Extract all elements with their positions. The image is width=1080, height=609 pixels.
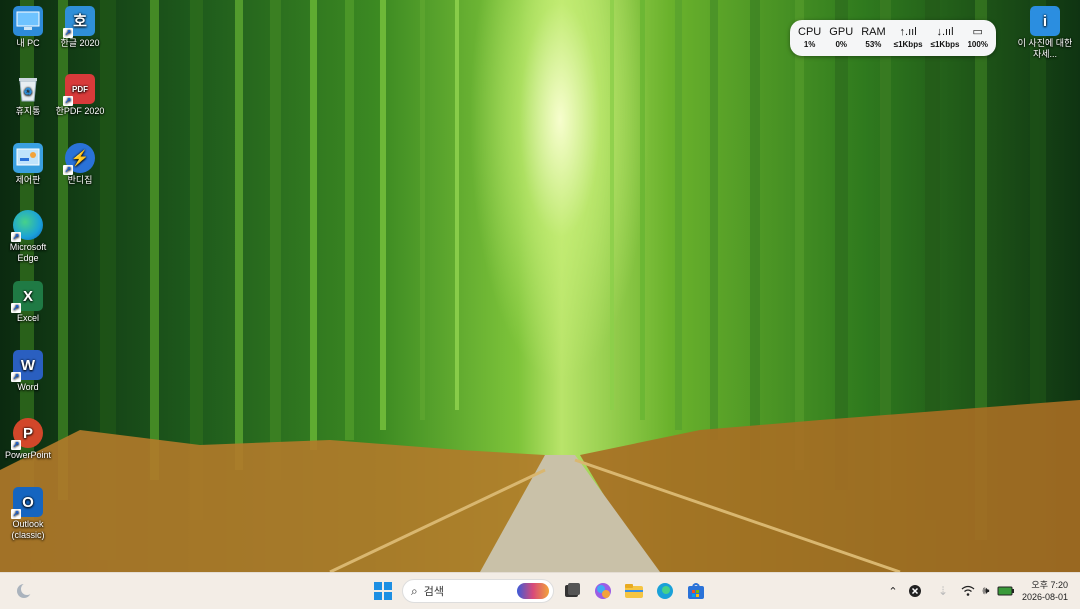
- monitor-gpu: GPU 0%: [829, 26, 854, 49]
- desktop-icon-label: 한글 2020: [60, 38, 100, 48]
- bandizip-icon: ⚡ ↗: [63, 143, 95, 175]
- monitor-upload: ↑.ııl ≤1Kbps: [893, 26, 923, 49]
- battery-icon: ▭: [972, 26, 983, 38]
- taskbar: ⌕ 검색 ⌃ ⇣ 🕪 오후 7:20 2026-08-01: [0, 572, 1080, 609]
- desktop-icon-label: Outlook (classic): [11, 519, 45, 540]
- desktop-icon-label: 이 사진에 대한 자세...: [1017, 38, 1073, 59]
- shortcut-arrow-icon: ↗: [11, 509, 21, 519]
- desktop-icon-control-panel[interactable]: 제어판: [0, 143, 56, 186]
- taskbar-search-box[interactable]: ⌕ 검색: [402, 579, 554, 603]
- monitor-cpu: CPU 1%: [798, 26, 822, 49]
- hanpdf-icon: PDF ↗: [63, 74, 95, 106]
- svg-text:♻: ♻: [24, 87, 33, 98]
- excel-icon: X ↗: [11, 281, 43, 313]
- desktop-icon-bandizip[interactable]: ⚡ ↗ 반디집: [52, 143, 108, 186]
- monitor-download: ↓.ııl ≤1Kbps: [930, 26, 960, 49]
- start-icon: [374, 582, 392, 600]
- store-icon: [688, 583, 704, 599]
- monitor-ram: RAM 53%: [861, 26, 886, 49]
- desktop-icon-label: PowerPoint: [4, 450, 52, 460]
- tray-pin-icon[interactable]: ⇣: [931, 579, 955, 603]
- desktop-icon-recycle-bin[interactable]: ♻ 휴지통: [0, 74, 56, 117]
- taskbar-app-copilot[interactable]: [591, 579, 615, 603]
- taskbar-app-edge[interactable]: [653, 579, 677, 603]
- desktop-icon-image-info[interactable]: i 이 사진에 대한 자세...: [1016, 6, 1074, 60]
- system-monitor-widget[interactable]: CPU 1% GPU 0% RAM 53% ↑.ııl ≤1Kbps ↓.ııl…: [790, 20, 996, 56]
- word-icon: W ↗: [11, 350, 43, 382]
- control-panel-icon: [13, 143, 43, 173]
- computer-icon: [13, 6, 43, 36]
- start-button[interactable]: [371, 579, 395, 603]
- download-signal-icon: ↓.ııl: [936, 26, 954, 38]
- desktop-icon-label: 휴지통: [15, 106, 41, 116]
- image-info-icon: i: [1030, 6, 1060, 36]
- taskbar-app-terminal[interactable]: [560, 579, 584, 603]
- desktop-icon-my-pc[interactable]: 내 PC: [0, 6, 56, 49]
- recycle-bin-icon: ♻: [13, 74, 43, 104]
- hangul-icon: 호 ↗: [63, 6, 95, 38]
- desktop-icon-hanpdf-2020[interactable]: PDF ↗ 한PDF 2020: [52, 74, 108, 117]
- clock-time: 오후 7:20: [1031, 580, 1068, 590]
- tray-app-button[interactable]: [903, 579, 927, 603]
- shortcut-arrow-icon: ↗: [63, 28, 73, 38]
- shortcut-arrow-icon: ↗: [11, 372, 21, 382]
- bamboo-forest-image: [0, 0, 1080, 572]
- search-highlight-image: [517, 583, 549, 599]
- outlook-icon: O ↗: [11, 487, 43, 519]
- taskbar-app-file-explorer[interactable]: [622, 579, 646, 603]
- shortcut-arrow-icon: ↗: [63, 165, 73, 175]
- desktop-icon-label: 한PDF 2020: [55, 106, 105, 116]
- desktop-icon-label: Excel: [16, 313, 39, 323]
- shortcut-arrow-icon: ↗: [11, 303, 21, 313]
- tray-overflow-chevron-icon[interactable]: ⌃: [881, 579, 905, 603]
- search-icon: ⌕: [411, 583, 418, 598]
- clock-date: 2026-08-01: [1021, 592, 1068, 602]
- desktop-icon-excel[interactable]: X ↗ Excel: [0, 281, 56, 324]
- desktop-wallpaper: [0, 0, 1080, 572]
- desktop-icon-outlook[interactable]: O ↗ Outlook (classic): [0, 487, 56, 541]
- desktop-icon-word[interactable]: W ↗ Word: [0, 350, 56, 393]
- moon-icon: [17, 583, 32, 598]
- powerpoint-icon: P ↗: [11, 418, 43, 450]
- desktop-icon-label: Microsoft Edge: [9, 242, 47, 263]
- monitor-battery: ▭ 100%: [967, 26, 988, 49]
- desktop-icon-edge[interactable]: ↗ Microsoft Edge: [0, 210, 56, 264]
- shortcut-arrow-icon: ↗: [11, 440, 21, 450]
- file-explorer-icon: [625, 584, 643, 598]
- close-circle-icon: [909, 585, 921, 597]
- desktop-icon-hangul-2020[interactable]: 호 ↗ 한글 2020: [52, 6, 108, 49]
- upload-signal-icon: ↑.ııl: [899, 26, 917, 38]
- copilot-icon: [595, 583, 611, 599]
- desktop-icon-powerpoint[interactable]: P ↗ PowerPoint: [0, 418, 56, 461]
- file-manager-icon: [565, 583, 580, 597]
- clock[interactable]: 오후 7:20 2026-08-01: [1010, 579, 1068, 603]
- taskbar-app-store[interactable]: [684, 579, 708, 603]
- edge-icon: ↗: [11, 210, 43, 242]
- desktop-icon-label: 반디집: [67, 175, 93, 185]
- edge-icon: [657, 583, 673, 599]
- desktop-icon-label: Word: [17, 382, 39, 392]
- desktop-icon-label: 제어판: [15, 175, 41, 185]
- search-placeholder: 검색: [423, 586, 444, 598]
- desktop-icon-label: 내 PC: [16, 38, 40, 48]
- widgets-button[interactable]: [12, 579, 36, 603]
- shortcut-arrow-icon: ↗: [11, 232, 21, 242]
- shortcut-arrow-icon: ↗: [63, 96, 73, 106]
